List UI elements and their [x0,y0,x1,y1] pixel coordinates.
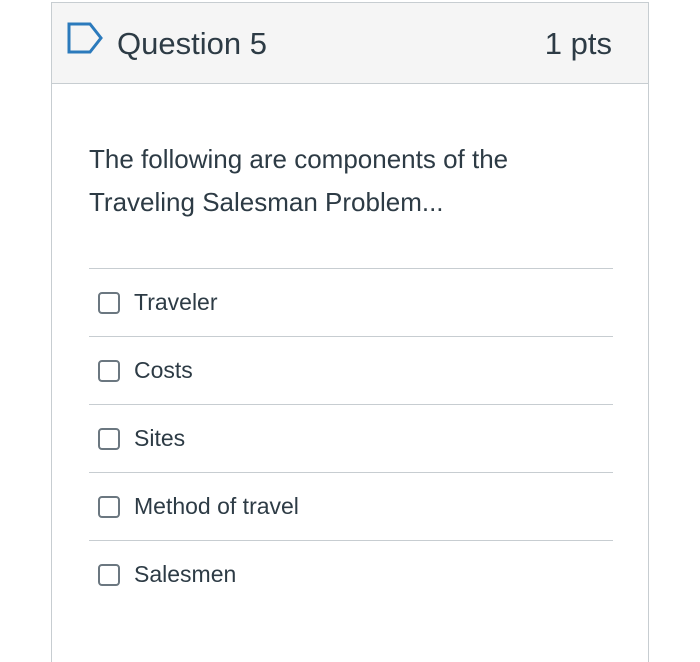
checkbox[interactable] [98,496,120,518]
answer-list: Traveler Costs Sites Method of travel Sa… [89,268,613,608]
answer-option-traveler[interactable]: Traveler [89,268,613,336]
checkbox[interactable] [98,564,120,586]
answer-option-method-of-travel[interactable]: Method of travel [89,472,613,540]
question-text-line: The following are components of the [89,144,509,174]
answer-option-salesmen[interactable]: Salesmen [89,540,613,608]
answer-label[interactable]: Salesmen [134,558,236,590]
answer-label[interactable]: Traveler [134,286,218,318]
question-header: Question 5 1 pts [52,3,648,84]
answer-label[interactable]: Sites [134,422,185,454]
question-points: 1 pts [544,26,612,61]
answer-label[interactable]: Costs [134,354,193,386]
question-card: Question 5 1 pts The following are compo… [51,2,649,662]
checkbox[interactable] [98,428,120,450]
question-text: The following are components of the Trav… [89,138,589,224]
checkbox[interactable] [98,292,120,314]
flag-question-icon[interactable] [66,22,104,54]
answer-label[interactable]: Method of travel [134,490,299,522]
answer-option-sites[interactable]: Sites [89,404,613,472]
checkbox[interactable] [98,360,120,382]
question-text-line: Traveling Salesman Problem... [89,187,444,217]
answer-option-costs[interactable]: Costs [89,336,613,404]
question-title: Question 5 [117,26,267,61]
